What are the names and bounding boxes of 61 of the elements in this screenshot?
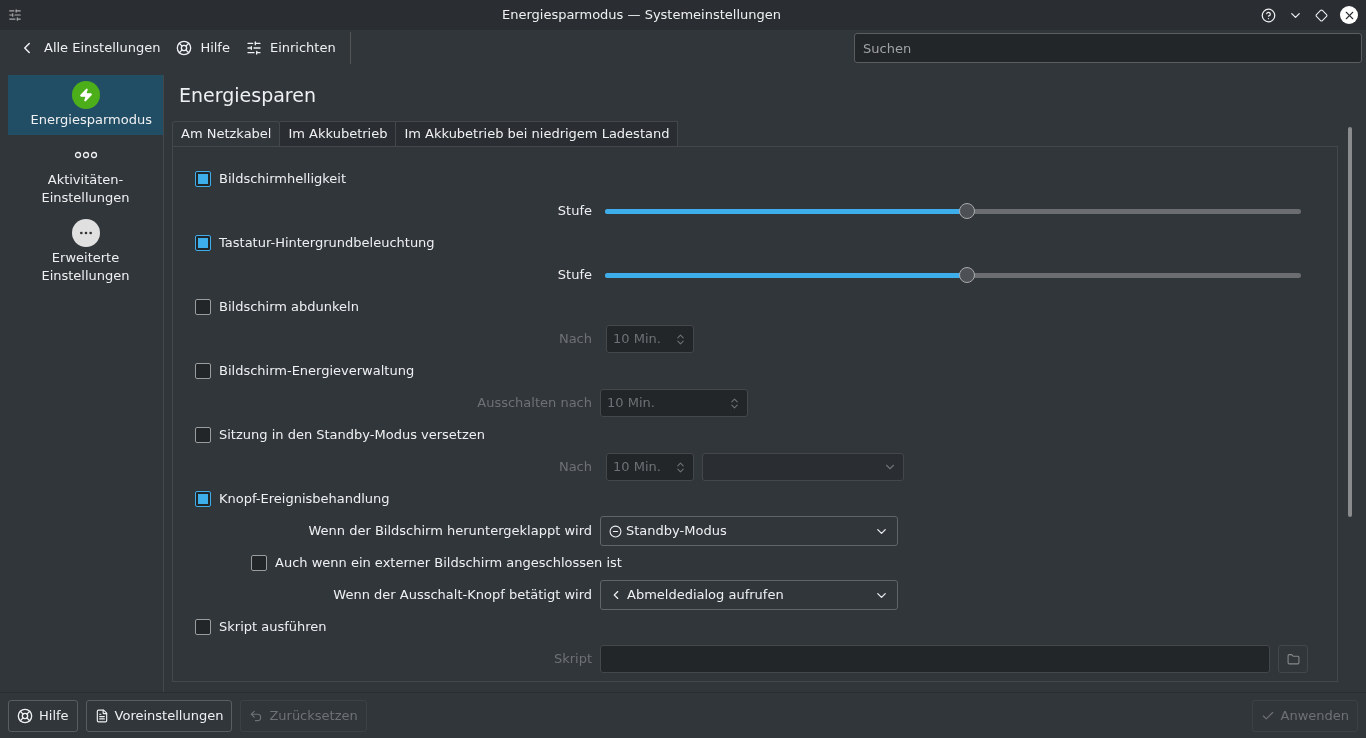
search-field[interactable]: Suchen bbox=[854, 33, 1362, 63]
standby-icon bbox=[609, 524, 622, 538]
toolbar-button[interactable]: Alle Einstellungen bbox=[12, 32, 167, 64]
close-icon[interactable] bbox=[1340, 6, 1358, 24]
sliders-icon bbox=[245, 40, 262, 56]
checkbox[interactable] bbox=[195, 235, 211, 251]
field-label: Nach bbox=[557, 458, 593, 477]
checkbox-label: Auch wenn ein externer Bildschirm angeschlossen ist bbox=[275, 554, 622, 573]
spin-arrows-icon bbox=[674, 460, 687, 474]
tab[interactable]: Im Akkubetrieb bbox=[280, 121, 397, 147]
more-icon bbox=[71, 219, 100, 247]
footer-button[interactable]: Hilfe bbox=[8, 699, 78, 732]
slider[interactable] bbox=[605, 203, 1301, 219]
tab[interactable]: Am Netzkabel bbox=[172, 121, 281, 147]
field-label: Skript bbox=[552, 650, 593, 669]
checkbox[interactable] bbox=[195, 299, 211, 315]
window-title: Energiesparmodus — Systemeinstellungen bbox=[500, 6, 783, 25]
field-label: Nach bbox=[557, 330, 593, 349]
checkbox-label: Bildschirm abdunkeln bbox=[219, 298, 359, 317]
tab[interactable]: Im Akkubetrieb bei niedrigem Ladestand bbox=[396, 121, 679, 147]
checkbox[interactable] bbox=[195, 171, 211, 187]
undo-icon bbox=[249, 708, 264, 723]
field-label: Stufe bbox=[556, 266, 593, 285]
checkbox-label: Sitzung in den Standby-Modus versetzen bbox=[219, 426, 485, 445]
checkbox[interactable] bbox=[195, 363, 211, 379]
app-icon bbox=[8, 8, 22, 22]
spin-arrows-icon bbox=[674, 332, 687, 346]
folder-button[interactable] bbox=[1278, 645, 1308, 673]
checkbox[interactable] bbox=[251, 555, 267, 571]
maximize-icon[interactable] bbox=[1315, 8, 1328, 22]
help-icon[interactable] bbox=[1261, 7, 1276, 23]
footer-button[interactable]: Voreinstellungen bbox=[85, 699, 233, 732]
folder-icon bbox=[1286, 652, 1300, 666]
dots-icon bbox=[73, 151, 98, 159]
field-label: Wenn der Ausschalt-Knopf betätigt wird bbox=[332, 586, 593, 605]
toolbar-button[interactable]: Einrichten bbox=[239, 32, 342, 64]
dropdown[interactable]: Standby-Modus bbox=[600, 516, 898, 546]
field-label: Ausschalten nach bbox=[476, 394, 593, 413]
field-label: Wenn der Bildschirm heruntergeklappt wird bbox=[307, 522, 593, 541]
lifebuoy-icon bbox=[176, 40, 193, 56]
sidebar-item[interactable]: Energiesparmodus bbox=[8, 75, 163, 135]
lifebuoy-icon bbox=[17, 707, 33, 724]
lightning-icon bbox=[71, 81, 100, 109]
sidebar-item[interactable]: Aktivitäten-Einstellungen bbox=[8, 135, 163, 213]
spin-arrows-icon bbox=[728, 396, 741, 410]
checkbox-label: Skript ausführen bbox=[219, 618, 327, 637]
checkbox[interactable] bbox=[195, 619, 211, 635]
checkbox[interactable] bbox=[195, 427, 211, 443]
checkbox-label: Tastatur-Hintergrundbeleuchtung bbox=[219, 234, 435, 253]
page-title: Energiesparen bbox=[178, 83, 317, 108]
sidebar-item[interactable]: Erweiterte Einstellungen bbox=[8, 213, 163, 291]
slider[interactable] bbox=[605, 267, 1301, 283]
document-icon bbox=[94, 708, 109, 723]
field-label: Stufe bbox=[556, 202, 593, 221]
checkbox-label: Knopf-Ereignisbehandlung bbox=[219, 490, 390, 509]
checkbox[interactable] bbox=[195, 491, 211, 507]
checkbox-label: Bildschirmhelligkeit bbox=[219, 170, 347, 189]
scrollbar[interactable] bbox=[1348, 127, 1352, 517]
toolbar-button[interactable]: Hilfe bbox=[170, 32, 236, 64]
checkbox-label: Bildschirm-Energieverwaltung bbox=[219, 362, 415, 381]
dropdown[interactable]: Abmeldedialog aufrufen bbox=[600, 580, 898, 610]
